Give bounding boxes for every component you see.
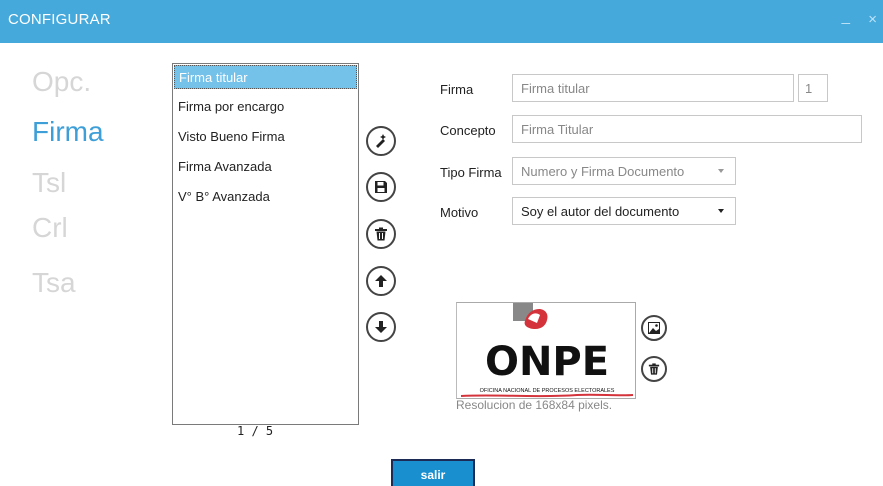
concepto-label: Concepto	[440, 123, 496, 138]
list-item[interactable]: Firma Avanzada	[174, 155, 357, 179]
edit-button[interactable]	[366, 126, 396, 156]
minimize-button[interactable]: _	[842, 8, 850, 25]
firma-field[interactable]: Firma titular	[512, 74, 794, 102]
list-item[interactable]: Visto Bueno Firma	[174, 125, 357, 149]
nav-item-opc[interactable]: Opc.	[32, 66, 91, 98]
delete-button[interactable]	[366, 219, 396, 249]
logo-subtext: OFICINA NACIONAL DE PROCESOS ELECTORALES	[480, 388, 615, 394]
arrow-up-icon	[375, 275, 387, 287]
remove-image-button[interactable]	[641, 356, 667, 382]
nav-item-tsa[interactable]: Tsa	[32, 267, 76, 299]
load-image-button[interactable]	[641, 315, 667, 341]
motivo-label: Motivo	[440, 205, 479, 220]
image-icon	[648, 322, 660, 334]
title-bar: CONFIGURAR _ ×	[0, 0, 883, 43]
list-item[interactable]: Firma por encargo	[174, 95, 357, 119]
concepto-field[interactable]: Firma Titular	[512, 115, 862, 143]
list-item[interactable]: Firma titular	[174, 65, 357, 89]
arrow-down-icon	[375, 321, 387, 333]
onpe-logo: ONPE OFICINA NACIONAL DE PROCESOS ELECTO…	[460, 303, 634, 398]
tipo-firma-select[interactable]: Numero y Firma Documento	[512, 157, 736, 185]
exit-button[interactable]: salir	[391, 459, 475, 486]
firma-number-field[interactable]: 1	[798, 74, 828, 102]
list-item[interactable]: V° B° Avanzada	[174, 185, 357, 209]
close-button[interactable]: ×	[868, 11, 877, 28]
firma-label: Firma	[440, 82, 474, 97]
signature-image-preview: ONPE OFICINA NACIONAL DE PROCESOS ELECTO…	[456, 302, 636, 399]
nav-item-crl[interactable]: Crl	[32, 212, 68, 244]
resolution-text: Resolucion de 168x84 pixels.	[456, 398, 613, 412]
logo-text: ONPE	[485, 339, 609, 385]
move-down-button[interactable]	[366, 312, 396, 342]
save-button[interactable]	[366, 172, 396, 202]
chevron-down-icon	[718, 169, 724, 173]
chevron-down-icon	[718, 209, 724, 213]
save-icon	[375, 181, 387, 193]
trash-icon	[648, 363, 660, 375]
window-title: CONFIGURAR	[8, 11, 111, 28]
nav-item-firma[interactable]: Firma	[32, 116, 104, 148]
signature-list[interactable]: Firma titular Firma por encargo Visto Bu…	[172, 63, 359, 425]
nav-item-tsl[interactable]: Tsl	[32, 167, 66, 199]
move-up-button[interactable]	[366, 266, 396, 296]
tipo-firma-label: Tipo Firma	[440, 165, 502, 180]
tipo-firma-value: Numero y Firma Documento	[521, 164, 685, 179]
motivo-value: Soy el autor del documento	[521, 204, 680, 219]
edit-icon	[376, 134, 386, 148]
list-pager: 1 / 5	[237, 424, 274, 438]
motivo-select[interactable]: Soy el autor del documento	[512, 197, 736, 225]
delete-icon	[375, 227, 387, 241]
